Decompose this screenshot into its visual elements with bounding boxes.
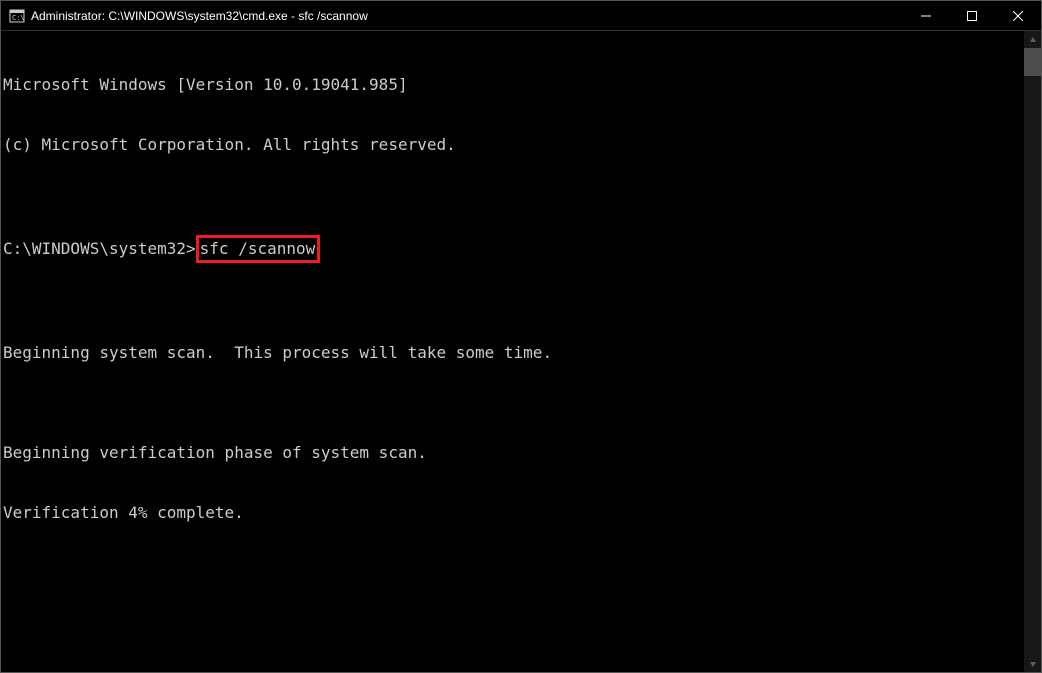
command-prompt-window: C:\ Administrator: C:\WINDOWS\system32\c… [0, 0, 1042, 673]
scrollbar-track[interactable] [1024, 48, 1041, 655]
prompt-prefix: C:\WINDOWS\system32> [3, 239, 196, 258]
window-controls [903, 1, 1041, 30]
command-highlight: sfc /scannow [196, 235, 321, 263]
output-line-verification-phase: Beginning verification phase of system s… [3, 443, 1022, 463]
scrollbar-thumb[interactable] [1024, 48, 1041, 76]
vertical-scrollbar[interactable] [1024, 31, 1041, 672]
minimize-button[interactable] [903, 1, 949, 31]
console-output[interactable]: Microsoft Windows [Version 10.0.19041.98… [1, 31, 1024, 672]
close-button[interactable] [995, 1, 1041, 31]
window-title: Administrator: C:\WINDOWS\system32\cmd.e… [31, 9, 903, 23]
scrollbar-down-arrow-icon[interactable] [1024, 655, 1041, 672]
output-line-copyright: (c) Microsoft Corporation. All rights re… [3, 135, 1022, 155]
maximize-button[interactable] [949, 1, 995, 31]
svg-text:C:\: C:\ [12, 14, 25, 22]
prompt-line: C:\WINDOWS\system32>sfc /scannow [3, 235, 1022, 263]
output-line-version: Microsoft Windows [Version 10.0.19041.98… [3, 75, 1022, 95]
output-line-beginning-scan: Beginning system scan. This process will… [3, 343, 1022, 363]
output-line-verification-progress: Verification 4% complete. [3, 503, 1022, 523]
scrollbar-up-arrow-icon[interactable] [1024, 31, 1041, 48]
cmd-icon: C:\ [9, 8, 25, 24]
console-body: Microsoft Windows [Version 10.0.19041.98… [1, 31, 1041, 672]
command-text: sfc /scannow [200, 239, 316, 258]
titlebar[interactable]: C:\ Administrator: C:\WINDOWS\system32\c… [1, 1, 1041, 31]
